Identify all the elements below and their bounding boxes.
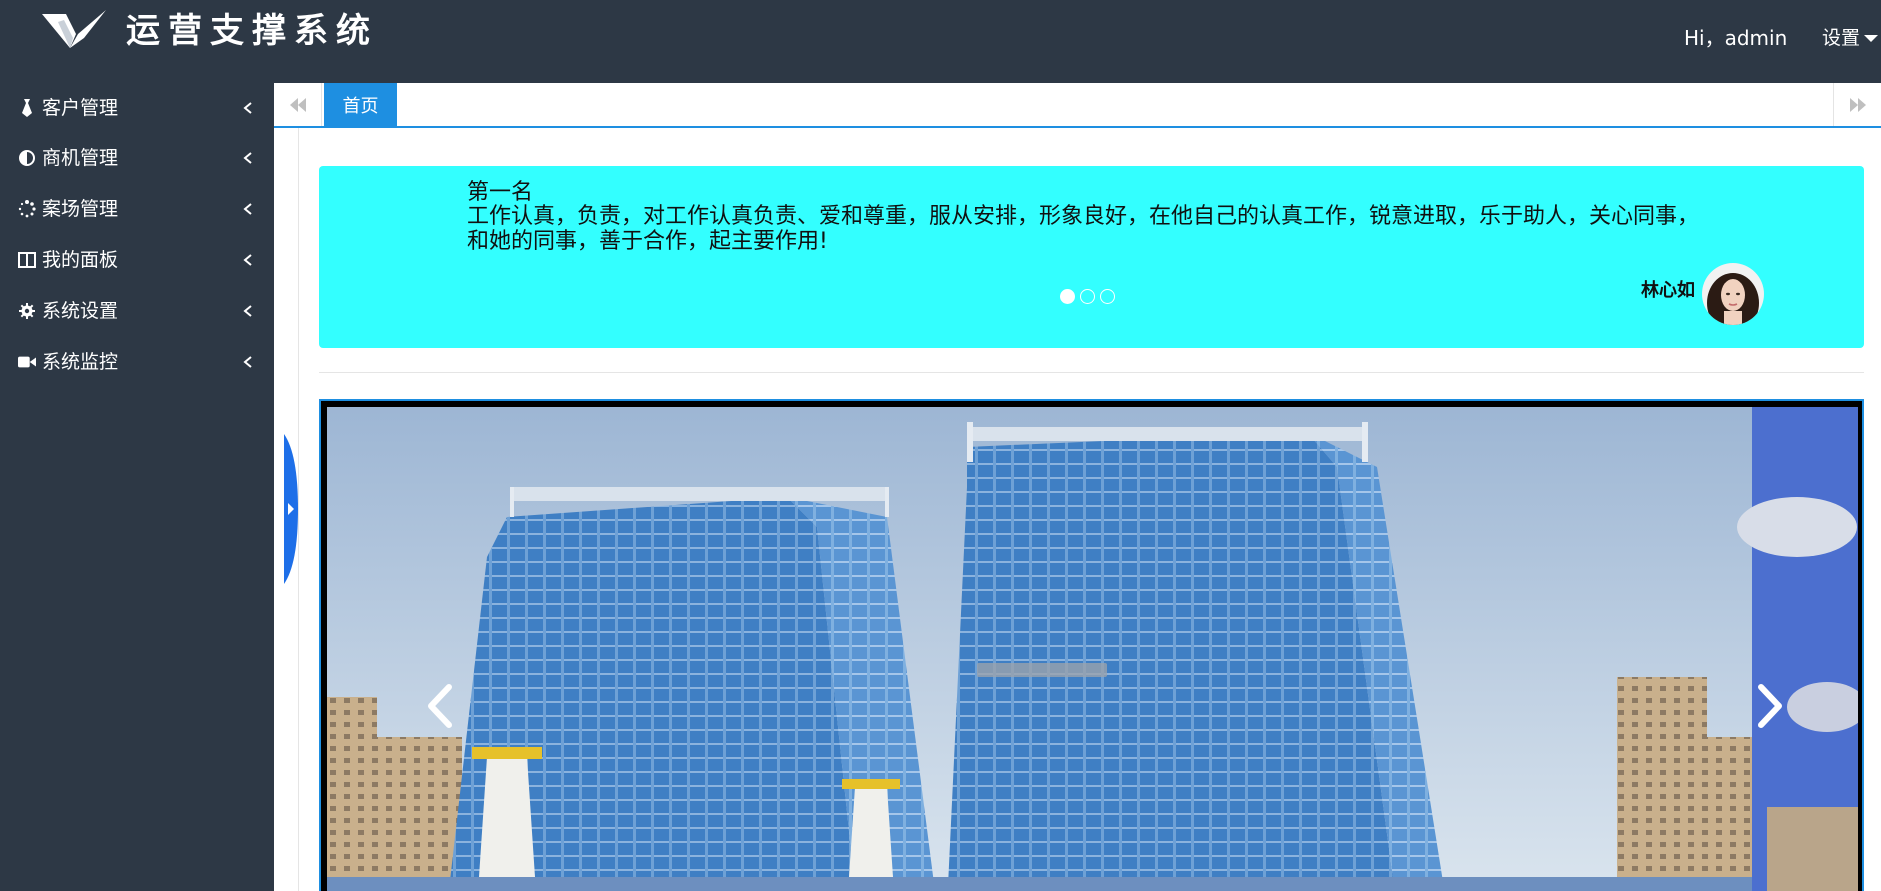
app-title: 运营支撑系统	[126, 11, 378, 51]
carousel-next-arrow[interactable]	[1749, 681, 1789, 731]
tab-scroll-left-button[interactable]	[274, 83, 322, 126]
tab-home[interactable]: 首页	[324, 83, 397, 126]
tie-icon	[18, 99, 36, 117]
testimonial-author: 林心如	[1641, 280, 1695, 301]
sidebar-item-label: 系统设置	[42, 300, 119, 322]
sidebar-item-label: 商机管理	[42, 147, 119, 169]
sidebar-item-label: 系统监控	[42, 351, 119, 373]
sidebar-item-label: 我的面板	[42, 249, 119, 271]
testimonial-pagination	[1060, 289, 1115, 304]
main-content: 第一名 工作认真，负责，对工作认真负责、爱和尊重，服从安排，形象良好，在他自己的…	[274, 128, 1881, 891]
user-greeting: Hi，admin	[1684, 26, 1788, 50]
sidebar-item-site-management[interactable]: 案场管理	[0, 184, 274, 234]
sidebar-menu: 客户管理 商机管理 案场管理 我的面板 系统设置 系统监控	[0, 83, 274, 891]
content-divider	[298, 128, 299, 891]
sidebar-item-system-settings[interactable]: 系统设置	[0, 286, 274, 336]
spinner-icon	[18, 200, 36, 218]
chevron-left-icon	[243, 203, 252, 215]
double-chevron-right-icon	[1849, 97, 1866, 112]
carousel-prev-arrow[interactable]	[421, 681, 461, 731]
settings-dropdown[interactable]: 设置	[1822, 24, 1879, 52]
video-camera-icon	[18, 353, 36, 371]
tab-scroll-right-button[interactable]	[1833, 83, 1881, 126]
chevron-left-icon	[243, 356, 252, 368]
sidebar-item-system-monitoring[interactable]: 系统监控	[0, 337, 274, 387]
sidebar-item-label: 案场管理	[42, 198, 119, 220]
gear-icon	[18, 302, 36, 320]
building-photo	[327, 407, 1858, 891]
chevron-left-icon	[243, 152, 252, 164]
app-logo[interactable]: 运营支撑系统	[40, 8, 378, 54]
sidebar-toggle-handle[interactable]	[284, 434, 298, 584]
testimonial-panel: 第一名 工作认真，负责，对工作认真负责、爱和尊重，服从安排，形象良好，在他自己的…	[319, 166, 1864, 348]
sidebar-item-label: 客户管理	[42, 97, 119, 119]
columns-icon	[18, 251, 36, 269]
sidebar-item-my-dashboard[interactable]: 我的面板	[0, 235, 274, 285]
tab-home-label: 首页	[342, 95, 379, 117]
settings-label: 设置	[1822, 27, 1861, 49]
pagination-dot[interactable]	[1080, 289, 1095, 304]
chevron-left-icon	[243, 254, 252, 266]
image-carousel	[319, 399, 1864, 891]
chevron-left-icon	[243, 102, 252, 114]
pagination-dot[interactable]	[1100, 289, 1115, 304]
testimonial-title: 第一名	[467, 180, 534, 205]
v-logo-icon	[42, 10, 106, 48]
top-header: 运营支撑系统 Hi，admin 设置	[0, 0, 1881, 83]
avatar	[1702, 263, 1764, 325]
adjust-icon	[18, 149, 36, 167]
chevron-left-icon	[243, 305, 252, 317]
testimonial-body: 工作认真，负责，对工作认真负责、爱和尊重，服从安排，形象良好，在他自己的认真工作…	[467, 204, 1700, 254]
section-divider	[319, 372, 1864, 373]
caret-down-icon	[1864, 35, 1879, 42]
pagination-dot[interactable]	[1060, 289, 1075, 304]
sidebar-item-customer-management[interactable]: 客户管理	[0, 83, 274, 133]
sidebar-item-opportunity-management[interactable]: 商机管理	[0, 133, 274, 183]
tab-bar: 首页	[274, 83, 1881, 128]
double-chevron-left-icon	[289, 97, 306, 112]
